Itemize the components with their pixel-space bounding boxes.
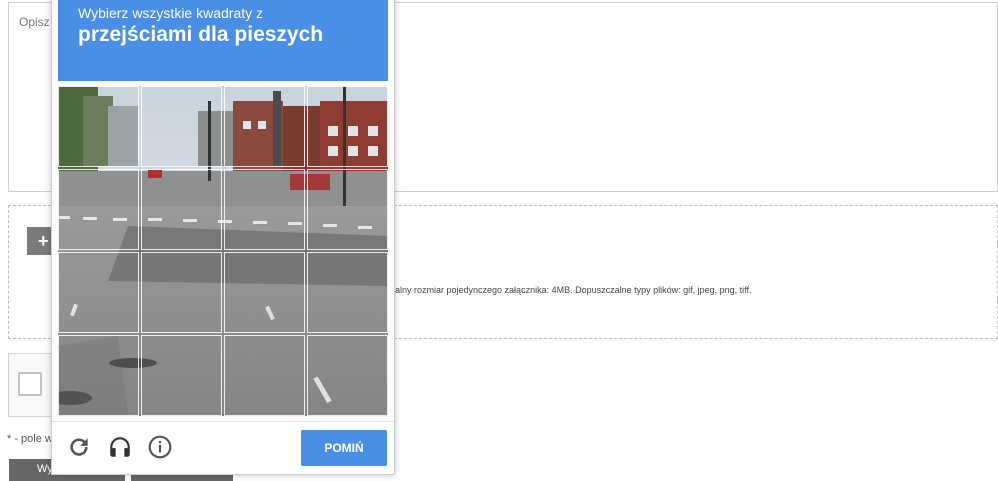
attachment-info-text: ymalny rozmiar pojedynczego załącznika: … xyxy=(383,285,752,295)
tile-r1c3[interactable] xyxy=(224,86,305,167)
challenge-instruction: Wybierz wszystkie kwadraty z xyxy=(78,5,264,21)
skip-button[interactable]: POMIŃ xyxy=(301,430,387,466)
reload-icon[interactable] xyxy=(66,434,92,460)
recaptcha-challenge-popup: Wybierz wszystkie kwadraty z przejściami… xyxy=(51,0,395,475)
tile-r2c1[interactable] xyxy=(58,169,139,250)
tile-r2c2[interactable] xyxy=(141,169,222,250)
challenge-header: Wybierz wszystkie kwadraty z przejściami… xyxy=(58,0,388,81)
tile-r1c2[interactable] xyxy=(141,86,222,167)
tile-r2c4[interactable] xyxy=(307,169,388,250)
tile-r4c4[interactable] xyxy=(307,335,388,416)
tile-r2c3[interactable] xyxy=(224,169,305,250)
image-tile-grid xyxy=(58,86,388,416)
tile-r3c2[interactable] xyxy=(141,252,222,333)
challenge-footer: POMIŃ xyxy=(52,421,394,475)
headphones-icon[interactable] xyxy=(107,434,133,460)
tile-r3c1[interactable] xyxy=(58,252,139,333)
tile-r3c4[interactable] xyxy=(307,252,388,333)
tile-r1c4[interactable] xyxy=(307,86,388,167)
tile-r4c3[interactable] xyxy=(224,335,305,416)
tile-r4c2[interactable] xyxy=(141,335,222,416)
tile-r4c1[interactable] xyxy=(58,335,139,416)
info-icon[interactable] xyxy=(147,434,173,460)
tile-r3c3[interactable] xyxy=(224,252,305,333)
tile-r1c1[interactable] xyxy=(58,86,139,167)
challenge-target: przejściami dla pieszych xyxy=(78,23,324,46)
description-placeholder: Opisz xyxy=(19,15,50,29)
required-fields-note: * - pole w xyxy=(7,433,53,445)
recaptcha-checkbox[interactable] xyxy=(18,372,42,396)
